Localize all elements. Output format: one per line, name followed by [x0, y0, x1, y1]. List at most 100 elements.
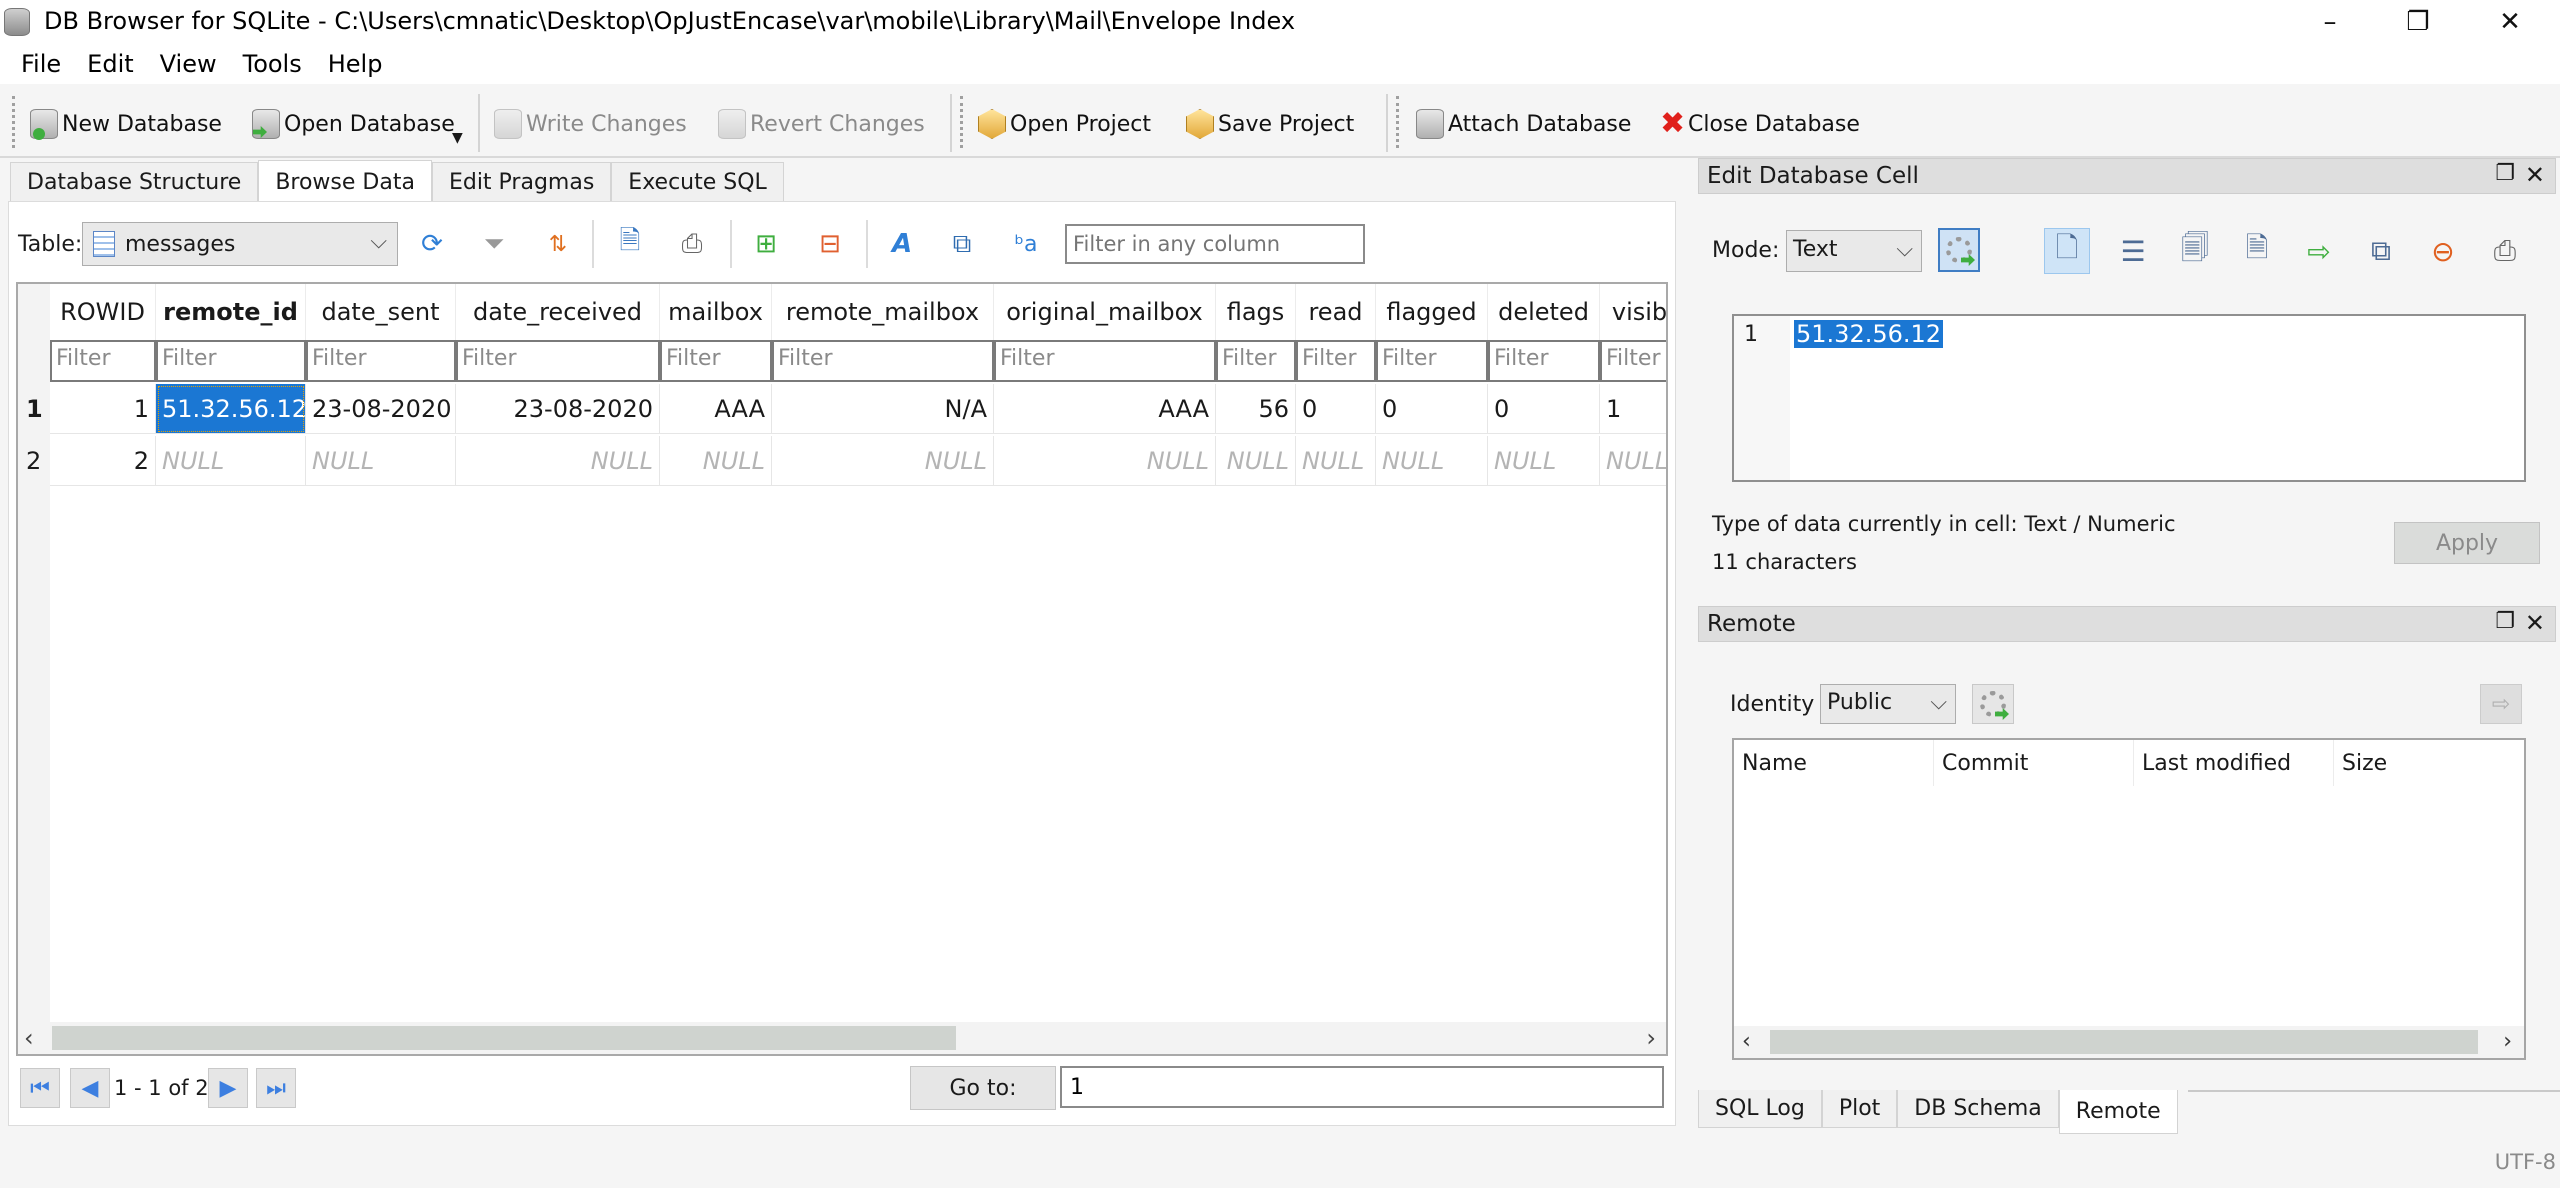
table-cell[interactable]: 23-08-2020	[456, 384, 660, 434]
open-database-button[interactable]: Open Database	[252, 104, 455, 144]
scrollbar-thumb[interactable]	[52, 1026, 956, 1050]
menu-edit[interactable]: Edit	[74, 50, 146, 78]
toolbar-grip[interactable]	[12, 96, 16, 148]
next-page-button[interactable]: ▶	[208, 1068, 248, 1108]
tab-browse-data[interactable]: Browse Data	[258, 160, 432, 204]
insert-record-icon[interactable]: ⊞	[748, 226, 784, 262]
column-header-size[interactable]: Size	[2334, 740, 2524, 786]
table-cell[interactable]: AAA	[660, 384, 772, 434]
word-wrap-icon[interactable]: 🗋	[2044, 228, 2090, 274]
float-dock-icon[interactable]: ❐	[2495, 609, 2515, 634]
open-in-editor-icon[interactable]: ⇨	[2296, 228, 2342, 274]
open-database-dropdown-icon[interactable]: ▼	[452, 130, 463, 146]
column-header-rowid[interactable]: ROWID	[50, 284, 156, 340]
column-filter-input[interactable]: Filter	[1600, 340, 1666, 382]
identity-settings-button[interactable]	[1972, 684, 2014, 724]
remote-horizontal-scrollbar[interactable]: ‹ ›	[1734, 1026, 2524, 1058]
mode-select[interactable]: Text ⌵	[1786, 230, 1922, 272]
clear-filters-icon[interactable]: ⏷	[476, 226, 512, 262]
table-cell[interactable]: NULL	[772, 436, 994, 486]
set-null-icon[interactable]: ⊖	[2420, 228, 2466, 274]
table-cell[interactable]: N/A	[772, 384, 994, 434]
column-filter-input[interactable]: Filter	[50, 340, 156, 382]
scroll-right-icon[interactable]: ›	[1646, 1022, 1656, 1054]
close-dock-icon[interactable]: ✕	[2525, 609, 2545, 637]
open-project-button[interactable]: Open Project	[978, 104, 1151, 144]
column-header-deleted[interactable]: deleted	[1488, 284, 1600, 340]
column-header-remote-id[interactable]: remote_id	[156, 284, 306, 340]
grid-horizontal-scrollbar[interactable]: ‹ ›	[18, 1022, 1666, 1054]
column-header-date-received[interactable]: date_received	[456, 284, 660, 340]
table-cell[interactable]: 51.32.56.12	[156, 384, 306, 434]
column-header-flagged[interactable]: flagged	[1376, 284, 1488, 340]
column-header-visib[interactable]: visib	[1600, 284, 1666, 340]
filter-any-column-input[interactable]	[1065, 224, 1365, 264]
column-header-date-sent[interactable]: date_sent	[306, 284, 456, 340]
scroll-right-icon[interactable]: ›	[2503, 1026, 2512, 1058]
menu-tools[interactable]: Tools	[230, 50, 315, 78]
toolbar-grip[interactable]	[960, 96, 964, 148]
column-filter-input[interactable]: Filter	[156, 340, 306, 382]
tab-sql-log[interactable]: SQL Log	[1698, 1090, 1822, 1128]
column-filter-input[interactable]: Filter	[306, 340, 456, 382]
column-filter-input[interactable]: Filter	[456, 340, 660, 382]
float-dock-icon[interactable]: ❐	[2495, 161, 2515, 186]
find-icon[interactable]: A	[884, 226, 920, 262]
open-in-external-icon[interactable]: ⧉	[2358, 228, 2404, 274]
find-replace-icon[interactable]: ⧉	[944, 226, 980, 262]
table-cell[interactable]: 1	[50, 384, 156, 434]
table-cell[interactable]: NULL	[1296, 436, 1376, 486]
cell-editor[interactable]: 1 51.32.56.12	[1732, 314, 2526, 482]
column-filter-input[interactable]: Filter	[1376, 340, 1488, 382]
revert-changes-button[interactable]: Revert Changes	[718, 104, 925, 144]
attach-database-button[interactable]: Attach Database	[1416, 104, 1631, 144]
cell-editor-content[interactable]: 51.32.56.12	[1794, 320, 1944, 348]
table-cell[interactable]: 23-08-2020	[306, 384, 456, 434]
refresh-icon[interactable]: ⟳	[414, 226, 450, 262]
tab-execute-sql[interactable]: Execute SQL	[611, 162, 784, 202]
restore-button[interactable]: ❐	[2380, 0, 2456, 44]
save-table-icon[interactable]: 🗎	[612, 226, 648, 262]
tab-plot[interactable]: Plot	[1821, 1090, 1898, 1128]
identity-select[interactable]: Public ⌵	[1820, 684, 1956, 724]
table-cell[interactable]: NULL	[660, 436, 772, 486]
indent-icon[interactable]: ☰	[2110, 228, 2156, 274]
table-select[interactable]: messages ⌵	[82, 222, 398, 266]
close-database-button[interactable]: ✖ Close Database	[1660, 104, 1860, 144]
table-cell[interactable]: 2	[50, 436, 156, 486]
close-dock-icon[interactable]: ✕	[2525, 161, 2545, 189]
auto-switch-mode-button[interactable]	[1938, 228, 1980, 272]
menu-help[interactable]: Help	[315, 50, 396, 78]
table-cell[interactable]: NULL	[1600, 436, 1666, 486]
scroll-left-icon[interactable]: ‹	[1742, 1026, 1751, 1058]
column-header-last-modified[interactable]: Last modified	[2134, 740, 2334, 786]
tab-remote[interactable]: Remote	[2058, 1090, 2178, 1134]
table-cell[interactable]: NULL	[306, 436, 456, 486]
last-page-button[interactable]: ⏭	[256, 1068, 296, 1108]
new-database-button[interactable]: New Database	[30, 104, 222, 144]
first-page-button[interactable]: ⏮	[20, 1068, 60, 1108]
table-cell[interactable]: NULL	[156, 436, 306, 486]
column-header-mailbox[interactable]: mailbox	[660, 284, 772, 340]
column-header-flags[interactable]: flags	[1216, 284, 1296, 340]
column-filter-input[interactable]: Filter	[1488, 340, 1600, 382]
table-cell[interactable]: NULL	[456, 436, 660, 486]
column-header-remote-mailbox[interactable]: remote_mailbox	[772, 284, 994, 340]
apply-button[interactable]: Apply	[2394, 522, 2540, 564]
table-cell[interactable]: NULL	[1488, 436, 1600, 486]
menu-view[interactable]: View	[147, 50, 230, 78]
table-cell[interactable]: 0	[1296, 384, 1376, 434]
minimize-button[interactable]: –	[2292, 0, 2368, 44]
export-icon[interactable]: 🗐	[2172, 228, 2218, 274]
set-encoding-icon[interactable]: ᵇa	[1008, 226, 1044, 262]
write-changes-button[interactable]: Write Changes	[494, 104, 687, 144]
row-number[interactable]: 1	[18, 384, 50, 434]
tab-database-structure[interactable]: Database Structure	[10, 162, 259, 202]
row-number[interactable]: 2	[18, 436, 50, 486]
delete-record-icon[interactable]: ⊟	[812, 226, 848, 262]
toolbar-grip[interactable]	[1396, 96, 1400, 148]
table-cell[interactable]: 56	[1216, 384, 1296, 434]
scroll-left-icon[interactable]: ‹	[24, 1022, 34, 1054]
column-header-name[interactable]: Name	[1734, 740, 1934, 786]
tab-edit-pragmas[interactable]: Edit Pragmas	[431, 162, 612, 202]
